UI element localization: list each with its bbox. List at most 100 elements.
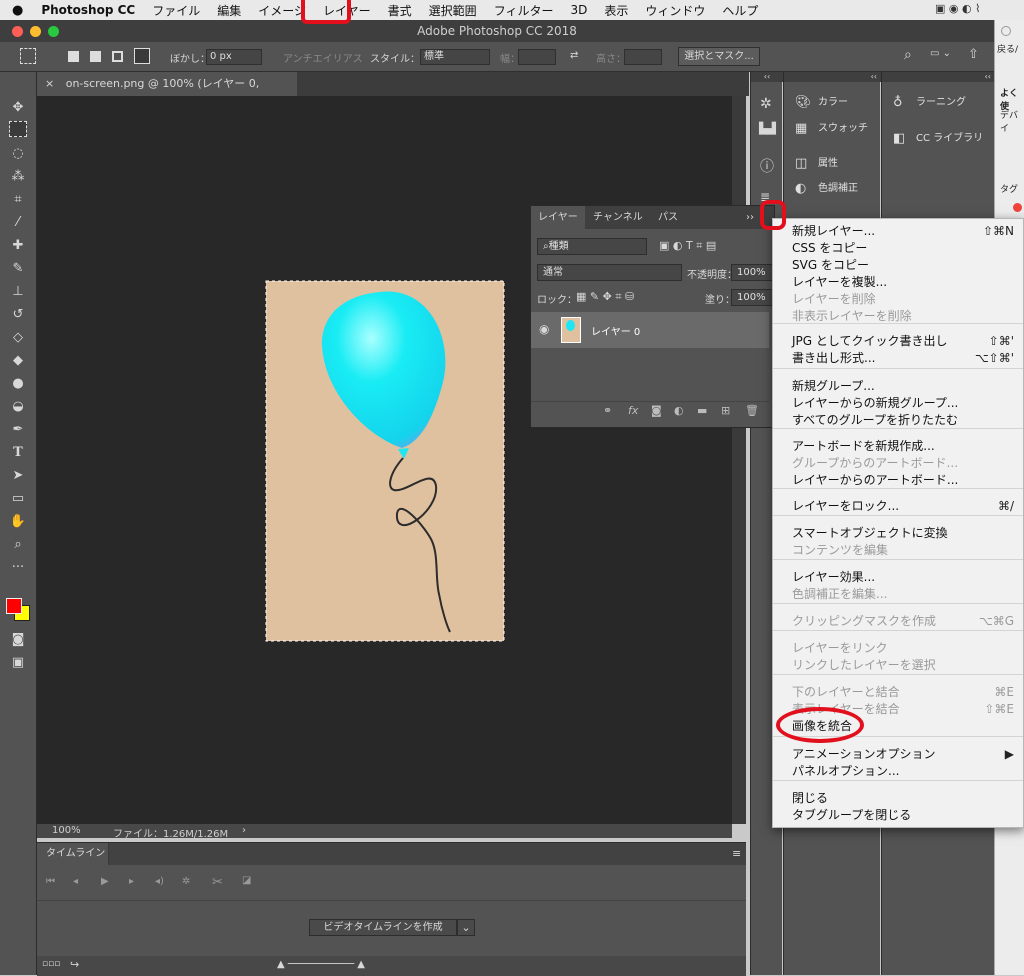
menu-item[interactable]: SVG をコピー: [773, 257, 1023, 274]
file-info[interactable]: ファイル：1.26M/1.26M: [113, 825, 228, 840]
width-input[interactable]: [518, 49, 556, 65]
menu-item[interactable]: アートボードを新規作成...: [773, 438, 1023, 455]
close-tab-icon[interactable]: ×: [45, 77, 54, 90]
learn-panel-button[interactable]: ♁ ラーニング: [882, 90, 994, 116]
link-layers-icon[interactable]: ⚭: [603, 404, 612, 417]
transition-icon[interactable]: ◪: [242, 875, 251, 886]
create-video-timeline-button[interactable]: ビデオタイムラインを作成: [309, 919, 457, 936]
layer-row[interactable]: ◉ レイヤー 0: [531, 312, 769, 348]
timeline-tab[interactable]: タイムライン: [37, 843, 109, 865]
history-brush-tool-icon[interactable]: ↺: [8, 305, 28, 325]
menu-item[interactable]: 閉じる: [773, 790, 1023, 807]
antialias-checkbox[interactable]: アンチエイリアス: [283, 50, 363, 65]
tab-layers[interactable]: レイヤー: [531, 206, 585, 229]
menu-image[interactable]: イメージ: [258, 2, 306, 19]
menu-layer[interactable]: レイヤー: [323, 2, 371, 19]
apple-icon[interactable]: ●: [12, 3, 23, 18]
blend-mode-select[interactable]: 通常: [537, 264, 682, 281]
eyedropper-tool-icon[interactable]: ⁄: [8, 213, 28, 233]
crop-tool-icon[interactable]: ⌗: [8, 190, 28, 210]
select-and-mask-button[interactable]: 選択とマスク...: [678, 47, 760, 66]
zoom-tool-icon[interactable]: ⌕: [8, 535, 28, 555]
timeline-convert-icon[interactable]: ↪: [70, 958, 79, 971]
menu-app-photoshop[interactable]: Photoshop CC: [41, 3, 135, 17]
menu-type[interactable]: 書式: [388, 2, 412, 19]
menu-item[interactable]: 画像を統合: [773, 718, 1023, 735]
zoom-level[interactable]: 100%: [52, 825, 81, 836]
marquee-preset-icon[interactable]: [20, 48, 36, 64]
path-selection-tool-icon[interactable]: ➤: [8, 466, 28, 486]
menu-item[interactable]: タブグループを閉じる: [773, 807, 1023, 824]
cc-libraries-panel-button[interactable]: ◧ CC ライブラリ: [882, 126, 994, 152]
menu-item[interactable]: レイヤーからのアートボード...: [773, 472, 1023, 489]
pen-tool-icon[interactable]: ✒: [8, 420, 28, 440]
subtract-selection-icon[interactable]: [112, 51, 123, 62]
brush-tool-icon[interactable]: ✎: [8, 259, 28, 279]
lock-icons[interactable]: ▦ ✎ ✥ ⌗ ⛁: [576, 290, 634, 304]
next-frame-icon[interactable]: ▸: [129, 876, 134, 887]
status-expand-icon[interactable]: ›: [242, 825, 246, 836]
new-layer-icon[interactable]: ⊞: [721, 404, 730, 417]
new-adjustment-icon[interactable]: ◐: [674, 404, 684, 417]
paint-bucket-tool-icon[interactable]: ◆: [8, 351, 28, 371]
menu-file[interactable]: ファイル: [152, 2, 200, 19]
more-tools-icon[interactable]: ···: [8, 558, 28, 578]
menu-item[interactable]: レイヤーを複製...: [773, 274, 1023, 291]
color-panel-button[interactable]: 🎨︎ カラー: [784, 90, 880, 116]
swap-icon[interactable]: ⇄: [570, 50, 578, 61]
menu-item[interactable]: 新規グループ...: [773, 378, 1023, 395]
fx-icon[interactable]: fx: [628, 404, 638, 417]
opacity-input[interactable]: 100%: [731, 264, 773, 281]
menu-item[interactable]: レイヤーからの新規グループ...: [773, 395, 1023, 412]
close-window-button[interactable]: [12, 26, 23, 37]
menu-edit[interactable]: 編集: [217, 2, 241, 19]
red-tag-icon[interactable]: [1013, 203, 1022, 212]
timeline-menu-icon[interactable]: ≡: [732, 847, 741, 860]
menu-item[interactable]: パネルオプション...: [773, 763, 1023, 780]
menu-item[interactable]: アニメーションオプション ▶: [773, 746, 1023, 763]
menu-item[interactable]: JPG としてクイック書き出し ⇧⌘': [773, 333, 1023, 350]
split-icon[interactable]: ✂: [212, 875, 223, 890]
history-icon[interactable]: ✲: [760, 96, 772, 112]
menu-3d[interactable]: 3D: [570, 3, 587, 17]
visibility-eye-icon[interactable]: ◉: [539, 322, 549, 336]
collapse-panel-icon[interactable]: ››: [739, 206, 761, 229]
feather-input[interactable]: 0 px: [206, 49, 262, 65]
settings-icon[interactable]: ✲: [182, 876, 190, 887]
timeline-zoom-slider[interactable]: ▲ ─────────── ▲: [277, 959, 365, 970]
menu-item[interactable]: CSS をコピー: [773, 240, 1023, 257]
menu-item[interactable]: 新規レイヤー... ⇧⌘N: [773, 223, 1023, 240]
lasso-tool-icon[interactable]: ◌: [8, 144, 28, 164]
marquee-tool-icon[interactable]: [9, 121, 27, 137]
layer-filter-kind[interactable]: ⌕種類: [537, 238, 647, 255]
menu-item[interactable]: すべてのグループを折りたたむ: [773, 412, 1023, 429]
menu-help[interactable]: ヘルプ: [722, 2, 758, 19]
height-input[interactable]: [624, 49, 662, 65]
foreground-color-swatch[interactable]: [6, 598, 22, 614]
document-tab[interactable]: × on-screen.png @ 100% (レイヤー 0, RGB/8) *: [37, 72, 297, 114]
timeline-dropdown-icon[interactable]: ⌄: [457, 919, 475, 936]
filter-type-icons[interactable]: ▣ ◐ T ⌗ ▤: [659, 239, 716, 253]
zoom-window-button[interactable]: [48, 26, 59, 37]
new-selection-icon[interactable]: [68, 51, 79, 62]
workspace-icon[interactable]: ▭ ⌄: [930, 48, 951, 59]
menu-view[interactable]: 表示: [604, 2, 628, 19]
timeline-frames-icon[interactable]: ▫▫▫: [42, 959, 60, 969]
layers-icon[interactable]: ≣: [760, 190, 770, 204]
adjustments-panel-button[interactable]: ◐ 色調補正: [784, 176, 880, 202]
trash-icon[interactable]: 🗑︎: [745, 404, 759, 417]
add-mask-icon[interactable]: ◙: [651, 404, 662, 417]
share-icon[interactable]: ⇧: [968, 47, 979, 62]
fill-input[interactable]: 100%: [731, 289, 773, 306]
menu-item[interactable]: レイヤーをロック... ⌘/: [773, 498, 1023, 515]
add-selection-icon[interactable]: [90, 51, 101, 62]
screen-mode-icon[interactable]: ▣: [8, 653, 28, 673]
play-icon[interactable]: ▶: [101, 876, 109, 887]
histogram-icon[interactable]: ▙▟: [759, 122, 776, 135]
type-tool-icon[interactable]: T: [8, 443, 28, 463]
dodge-tool-icon[interactable]: ◒: [8, 397, 28, 417]
menu-select[interactable]: 選択範囲: [429, 2, 477, 19]
properties-panel-button[interactable]: ◫ 属性: [784, 151, 880, 177]
layer-name[interactable]: レイヤー 0: [591, 323, 640, 338]
close-window-circle[interactable]: [1001, 26, 1011, 36]
